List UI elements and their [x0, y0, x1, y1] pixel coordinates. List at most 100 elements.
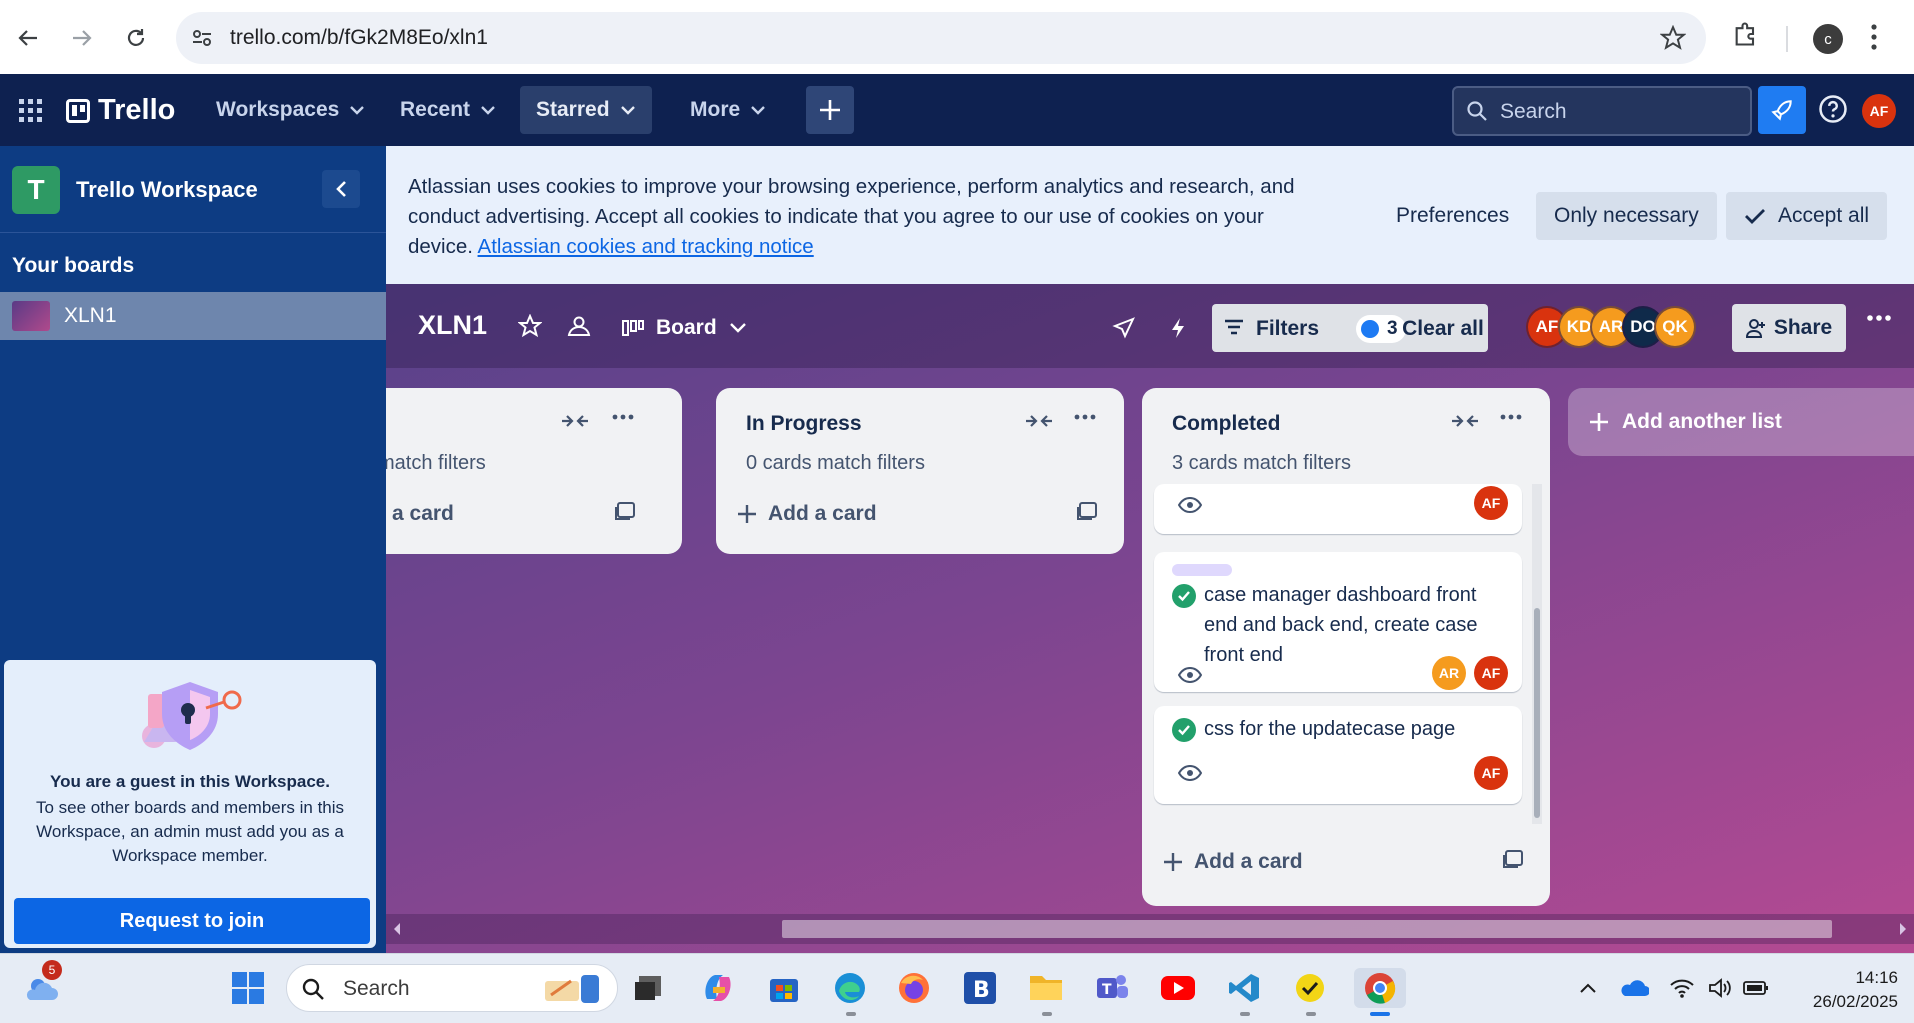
help-icon[interactable] — [1818, 94, 1848, 124]
copilot-icon[interactable] — [698, 968, 738, 1008]
add-list-label: Add another list — [1622, 410, 1782, 433]
board-view-switcher[interactable]: Board — [622, 308, 747, 348]
firefox-icon[interactable] — [894, 968, 934, 1008]
search-highlight-illustration-icon — [541, 971, 605, 1007]
chrome-icon[interactable] — [1354, 968, 1406, 1008]
scroll-right-arrow-icon[interactable] — [1898, 922, 1908, 936]
card-template-icon[interactable] — [1502, 850, 1524, 870]
teams-icon[interactable]: T — [1092, 968, 1132, 1008]
booking-app-icon[interactable]: B — [960, 968, 1000, 1008]
forward-arrow-icon — [73, 30, 92, 46]
reload-button[interactable] — [118, 20, 154, 56]
battery-icon[interactable] — [1736, 968, 1776, 1008]
card-member-avatar[interactable]: AF — [1474, 756, 1508, 790]
list-card[interactable]: AF — [1154, 484, 1522, 534]
accept-all-button[interactable]: Accept all — [1726, 192, 1888, 240]
card-member-avatar[interactable]: AR — [1432, 656, 1466, 690]
task-view-icon[interactable] — [628, 968, 668, 1008]
sidebar-item-xln1[interactable]: XLN1 — [0, 292, 386, 340]
sidebar-board-label: XLN1 — [64, 304, 117, 327]
collapse-list-icon[interactable] — [1450, 412, 1480, 430]
list-menu-icon[interactable] — [612, 414, 634, 420]
collapse-sidebar-button[interactable] — [322, 170, 360, 208]
card-template-icon[interactable] — [614, 502, 636, 522]
forward-button[interactable] — [64, 20, 100, 56]
site-settings-icon[interactable] — [190, 26, 214, 50]
list-column-completed: Completed 3 cards match filters AF case … — [1142, 388, 1550, 906]
workspaces-menu[interactable]: Workspaces — [200, 86, 381, 134]
recent-menu[interactable]: Recent — [384, 86, 512, 134]
running-app-indicator — [1306, 1012, 1316, 1016]
bookmark-star-icon[interactable] — [1660, 25, 1686, 51]
star-board-icon[interactable] — [518, 314, 542, 338]
back-button[interactable] — [10, 20, 46, 56]
card-member-avatar[interactable]: AF — [1474, 486, 1508, 520]
starred-menu[interactable]: Starred — [520, 86, 652, 134]
add-card-button[interactable]: a card — [386, 502, 454, 526]
list-scrollbar-thumb[interactable] — [1534, 608, 1540, 818]
power-ups-rocket-icon[interactable] — [1112, 316, 1136, 340]
address-bar[interactable]: trello.com/b/fGk2M8Eo/xln1 — [176, 12, 1706, 64]
vscode-icon[interactable] — [1224, 968, 1264, 1008]
volume-icon[interactable] — [1700, 968, 1740, 1008]
only-necessary-button[interactable]: Only necessary — [1536, 192, 1717, 240]
show-hidden-icons-chevron-icon[interactable] — [1568, 968, 1608, 1008]
card-member-avatar[interactable]: AF — [1474, 656, 1508, 690]
list-menu-icon[interactable] — [1074, 414, 1096, 420]
scroll-left-arrow-icon[interactable] — [392, 922, 402, 936]
card-template-icon[interactable] — [1076, 502, 1098, 522]
cookie-preferences-button[interactable]: Preferences — [1386, 192, 1519, 240]
clear-all-filters-button[interactable]: Clear all — [1398, 317, 1488, 341]
add-another-list-button[interactable]: Add another list — [1568, 388, 1914, 456]
list-card[interactable]: case manager dashboard front end and bac… — [1154, 552, 1522, 692]
wifi-icon[interactable] — [1662, 968, 1702, 1008]
complete-check-icon[interactable] — [1172, 718, 1196, 742]
list-title[interactable]: Completed — [1172, 412, 1281, 436]
microsoft-store-icon[interactable] — [764, 968, 804, 1008]
windows-start-icon[interactable] — [228, 968, 268, 1008]
browser-menu-icon[interactable] — [1870, 22, 1878, 52]
rocket-icon — [1771, 100, 1792, 121]
create-button[interactable] — [806, 86, 854, 134]
automation-bolt-icon[interactable] — [1168, 316, 1188, 340]
youtube-icon[interactable] — [1158, 968, 1198, 1008]
list-title[interactable]: In Progress — [746, 412, 862, 436]
list-menu-icon[interactable] — [1500, 414, 1522, 420]
cookie-notice-link[interactable]: Atlassian cookies and tracking notice — [478, 235, 814, 258]
taskbar-search-input[interactable]: Search — [286, 964, 618, 1012]
add-card-button[interactable]: Add a card — [1162, 850, 1303, 874]
edge-browser-icon[interactable] — [830, 968, 870, 1008]
trello-logo[interactable]: Trello — [66, 94, 175, 127]
app-switcher-icon[interactable] — [18, 98, 44, 124]
request-to-join-button[interactable]: Request to join — [14, 898, 370, 944]
add-card-button[interactable]: Add a card — [736, 502, 877, 526]
list-card[interactable]: css for the updatecase page AF — [1154, 706, 1522, 804]
workspace-header[interactable]: T Trello Workspace — [12, 166, 258, 214]
share-button[interactable]: Share — [1732, 304, 1846, 352]
system-clock[interactable]: 14:16 26/02/2025 — [1778, 966, 1898, 1014]
complete-check-icon[interactable] — [1172, 584, 1196, 608]
extensions-puzzle-icon[interactable] — [1732, 20, 1760, 48]
file-explorer-icon[interactable] — [1026, 968, 1066, 1008]
whats-new-button[interactable] — [1758, 86, 1806, 134]
header-search-input[interactable]: Search — [1452, 86, 1752, 136]
onedrive-cloud-icon[interactable] — [1614, 968, 1654, 1008]
board-scrollbar-thumb[interactable] — [782, 920, 1832, 938]
card-label[interactable] — [1172, 564, 1232, 576]
user-avatar[interactable]: AF — [1862, 94, 1896, 128]
more-menu[interactable]: More — [674, 86, 782, 134]
cookie-message: Atlassian uses cookies to improve your b… — [408, 172, 1328, 262]
board-horizontal-scrollbar[interactable] — [386, 914, 1914, 944]
board-menu-icon[interactable] — [1866, 314, 1892, 322]
list-scrollbar[interactable] — [1532, 484, 1542, 824]
board-visibility-icon[interactable] — [566, 314, 592, 338]
member-avatar[interactable]: QK — [1654, 306, 1696, 348]
browser-profile-avatar[interactable]: c — [1813, 24, 1843, 54]
checkmark-app-icon[interactable] — [1290, 968, 1330, 1008]
filters-button[interactable]: Filters 3 Clear all — [1212, 304, 1488, 352]
workspace-badge: T — [12, 166, 60, 214]
url-text[interactable]: trello.com/b/fGk2M8Eo/xln1 — [230, 26, 488, 50]
collapse-list-icon[interactable] — [560, 412, 590, 430]
board-title[interactable]: XLN1 — [418, 310, 487, 341]
collapse-list-icon[interactable] — [1024, 412, 1054, 430]
